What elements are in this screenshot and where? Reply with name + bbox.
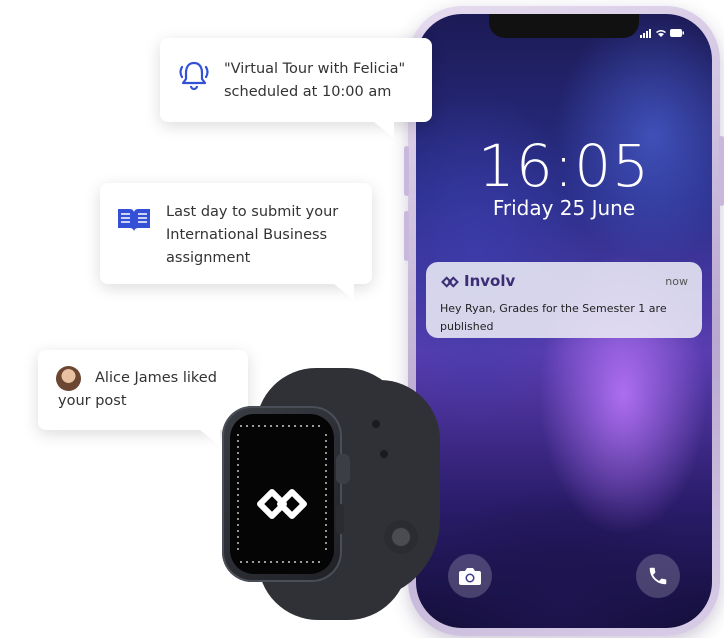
camera-icon xyxy=(459,568,481,585)
camera-button[interactable] xyxy=(448,554,492,598)
notch xyxy=(489,14,639,38)
status-bar xyxy=(640,28,684,41)
notification-time: now xyxy=(665,275,688,288)
signal-wifi-battery-icon xyxy=(640,29,684,38)
volume-up-button xyxy=(404,146,409,196)
watch-side-button xyxy=(336,504,344,534)
assignment-reminder-bubble: Last day to submit your International Bu… xyxy=(100,183,372,300)
like-notification-text: Alice James liked your post xyxy=(58,370,217,409)
notification-card[interactable]: Involv now Hey Ryan, Grades for the Seme… xyxy=(426,262,702,338)
phone-icon xyxy=(649,567,667,585)
volume-down-button xyxy=(404,211,409,261)
lock-time: 16:05 xyxy=(477,132,651,200)
bell-icon xyxy=(179,61,209,91)
tour-reminder-bubble: "Virtual Tour with Felicia" scheduled at… xyxy=(160,38,432,138)
lock-screen: 16:05 Friday 25 June Involv now Hey Ryan… xyxy=(416,14,712,628)
strap-pin xyxy=(380,450,388,458)
phone-call-button[interactable] xyxy=(636,554,680,598)
lock-date: Friday 25 June xyxy=(492,196,636,220)
tour-reminder-text: "Virtual Tour with Felicia" scheduled at… xyxy=(224,61,406,100)
watch-face xyxy=(237,425,327,563)
strap-pin xyxy=(372,420,380,428)
notification-message: Hey Ryan, Grades for the Semester 1 are … xyxy=(440,302,667,333)
phone: 16:05 Friday 25 June Involv now Hey Ryan… xyxy=(404,6,724,636)
power-button xyxy=(719,136,724,206)
book-icon xyxy=(118,209,150,231)
watch-screen xyxy=(230,414,334,574)
like-notification-bubble: Alice James liked your post xyxy=(38,350,248,446)
involv-logo-icon xyxy=(441,276,459,288)
notification-app-name: Involv xyxy=(464,272,516,290)
watch-crown xyxy=(336,454,350,484)
watch-case xyxy=(222,406,342,582)
assignment-reminder-text: Last day to submit your International Bu… xyxy=(166,204,339,266)
watch-buckle xyxy=(384,520,418,554)
